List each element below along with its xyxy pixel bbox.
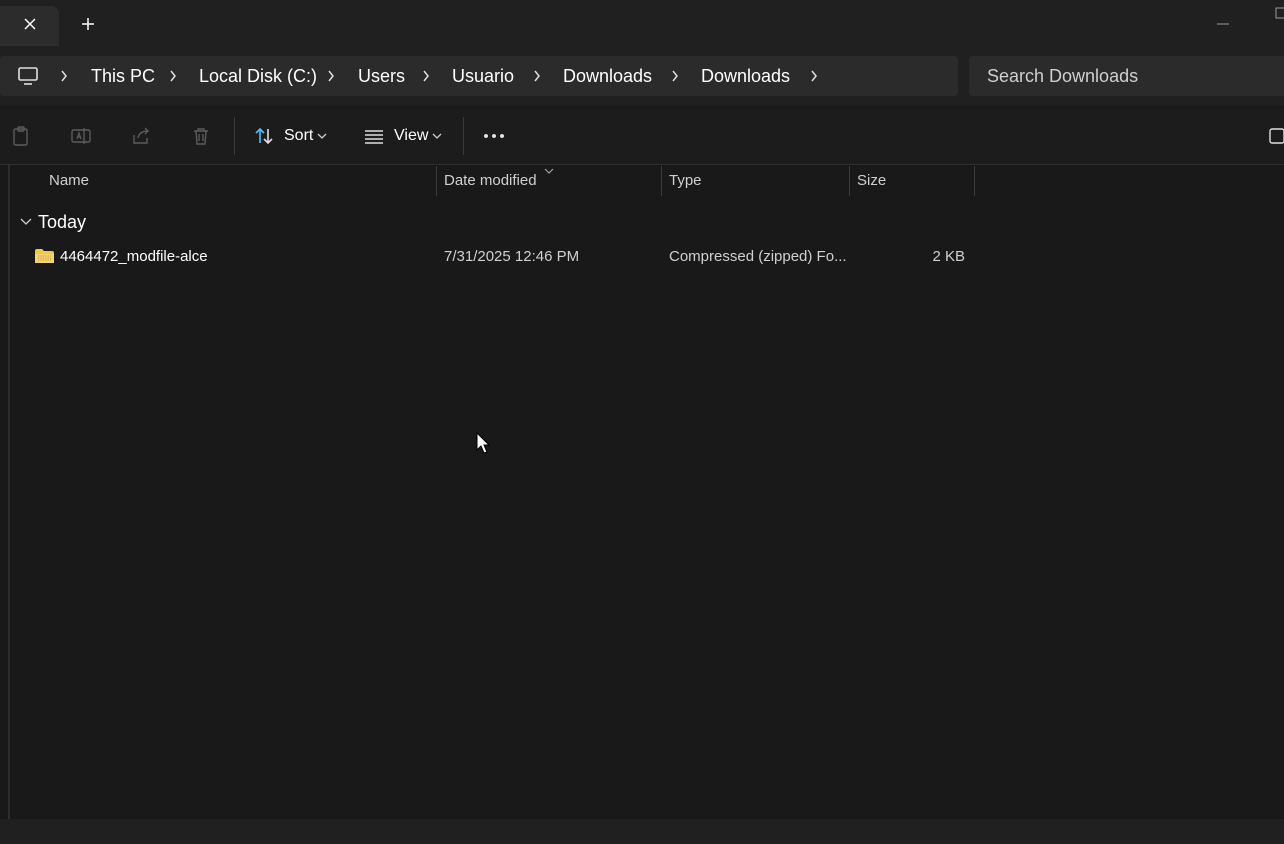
file-name[interactable]: 4464472_modfile-alce xyxy=(60,244,208,270)
breadcrumb-usuario[interactable]: Usuario xyxy=(452,56,514,96)
toolbar-separator xyxy=(463,117,464,155)
column-header-size[interactable]: Size xyxy=(857,167,886,195)
chevron-right-icon[interactable] xyxy=(530,66,544,86)
status-bar xyxy=(0,819,1284,844)
table-row[interactable]: 4464472_modfile-alce 7/31/2025 12:46 PM … xyxy=(30,244,975,270)
sort-button[interactable]: Sort xyxy=(284,122,313,150)
chevron-down-icon[interactable] xyxy=(427,122,447,150)
column-separator[interactable] xyxy=(436,166,437,196)
chevron-right-icon[interactable] xyxy=(166,66,180,86)
file-size: 2 KB xyxy=(932,248,965,265)
chevron-right-icon[interactable] xyxy=(668,66,682,86)
chevron-right-icon[interactable] xyxy=(419,66,433,86)
sort-icon[interactable] xyxy=(250,122,278,150)
group-label: Today xyxy=(38,211,87,232)
breadcrumb-downloads-current[interactable]: Downloads xyxy=(701,56,790,96)
details-pane-icon[interactable] xyxy=(1264,122,1284,150)
minimize-button[interactable] xyxy=(1217,12,1237,25)
search-box[interactable] xyxy=(969,56,1284,96)
chevron-right-icon[interactable] xyxy=(324,66,338,86)
search-input[interactable] xyxy=(987,56,1277,96)
column-separator[interactable] xyxy=(661,166,662,196)
view-icon[interactable] xyxy=(360,122,388,150)
toolbar-separator xyxy=(234,117,235,155)
column-header-date-modified[interactable]: Date modified xyxy=(444,167,537,195)
breadcrumb-this-pc[interactable]: This PC xyxy=(91,56,155,96)
column-separator[interactable] xyxy=(974,166,975,196)
delete-icon[interactable] xyxy=(187,122,215,150)
view-button[interactable]: View xyxy=(394,122,428,150)
share-icon[interactable] xyxy=(127,122,155,150)
more-icon[interactable] xyxy=(480,122,508,150)
group-header-today[interactable]: Today xyxy=(20,208,86,236)
breadcrumb-local-disk[interactable]: Local Disk (C:) xyxy=(199,56,317,96)
plus-icon xyxy=(81,17,95,36)
breadcrumb-downloads[interactable]: Downloads xyxy=(563,56,652,96)
chevron-right-icon[interactable] xyxy=(57,66,71,86)
breadcrumb-users[interactable]: Users xyxy=(358,56,405,96)
chevron-right-icon[interactable] xyxy=(807,66,821,86)
zip-folder-icon xyxy=(35,248,54,264)
navigation-pane-edge[interactable] xyxy=(8,165,10,819)
close-icon[interactable] xyxy=(23,17,37,36)
column-header-type[interactable]: Type xyxy=(669,167,702,195)
paste-icon[interactable] xyxy=(7,122,35,150)
chevron-down-icon[interactable] xyxy=(20,213,32,231)
chevron-down-icon[interactable] xyxy=(312,122,332,150)
computer-icon[interactable] xyxy=(17,65,39,87)
file-type: Compressed (zipped) Fo... xyxy=(669,248,847,265)
new-tab-button[interactable] xyxy=(74,12,102,40)
maximize-button[interactable] xyxy=(1272,6,1284,20)
column-separator[interactable] xyxy=(849,166,850,196)
mouse-cursor xyxy=(476,431,492,456)
file-date-modified: 7/31/2025 12:46 PM xyxy=(444,248,580,265)
sort-descending-icon xyxy=(543,162,555,174)
column-header-name[interactable]: Name xyxy=(49,167,89,195)
rename-icon[interactable] xyxy=(67,122,95,150)
tab-downloads[interactable] xyxy=(0,6,59,46)
title-bar xyxy=(0,0,1284,46)
